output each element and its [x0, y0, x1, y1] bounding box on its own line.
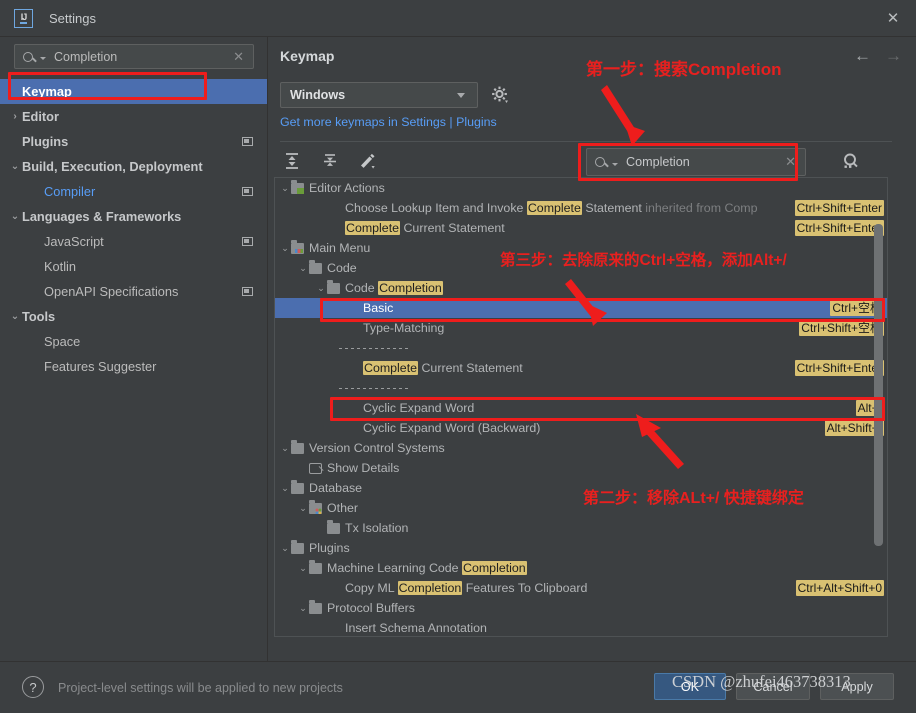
annotation-arrow-1 [565, 85, 684, 469]
settings-dialog: IJ Settings ✕ Completion ✕ Keymap › Editor… [0, 0, 916, 713]
